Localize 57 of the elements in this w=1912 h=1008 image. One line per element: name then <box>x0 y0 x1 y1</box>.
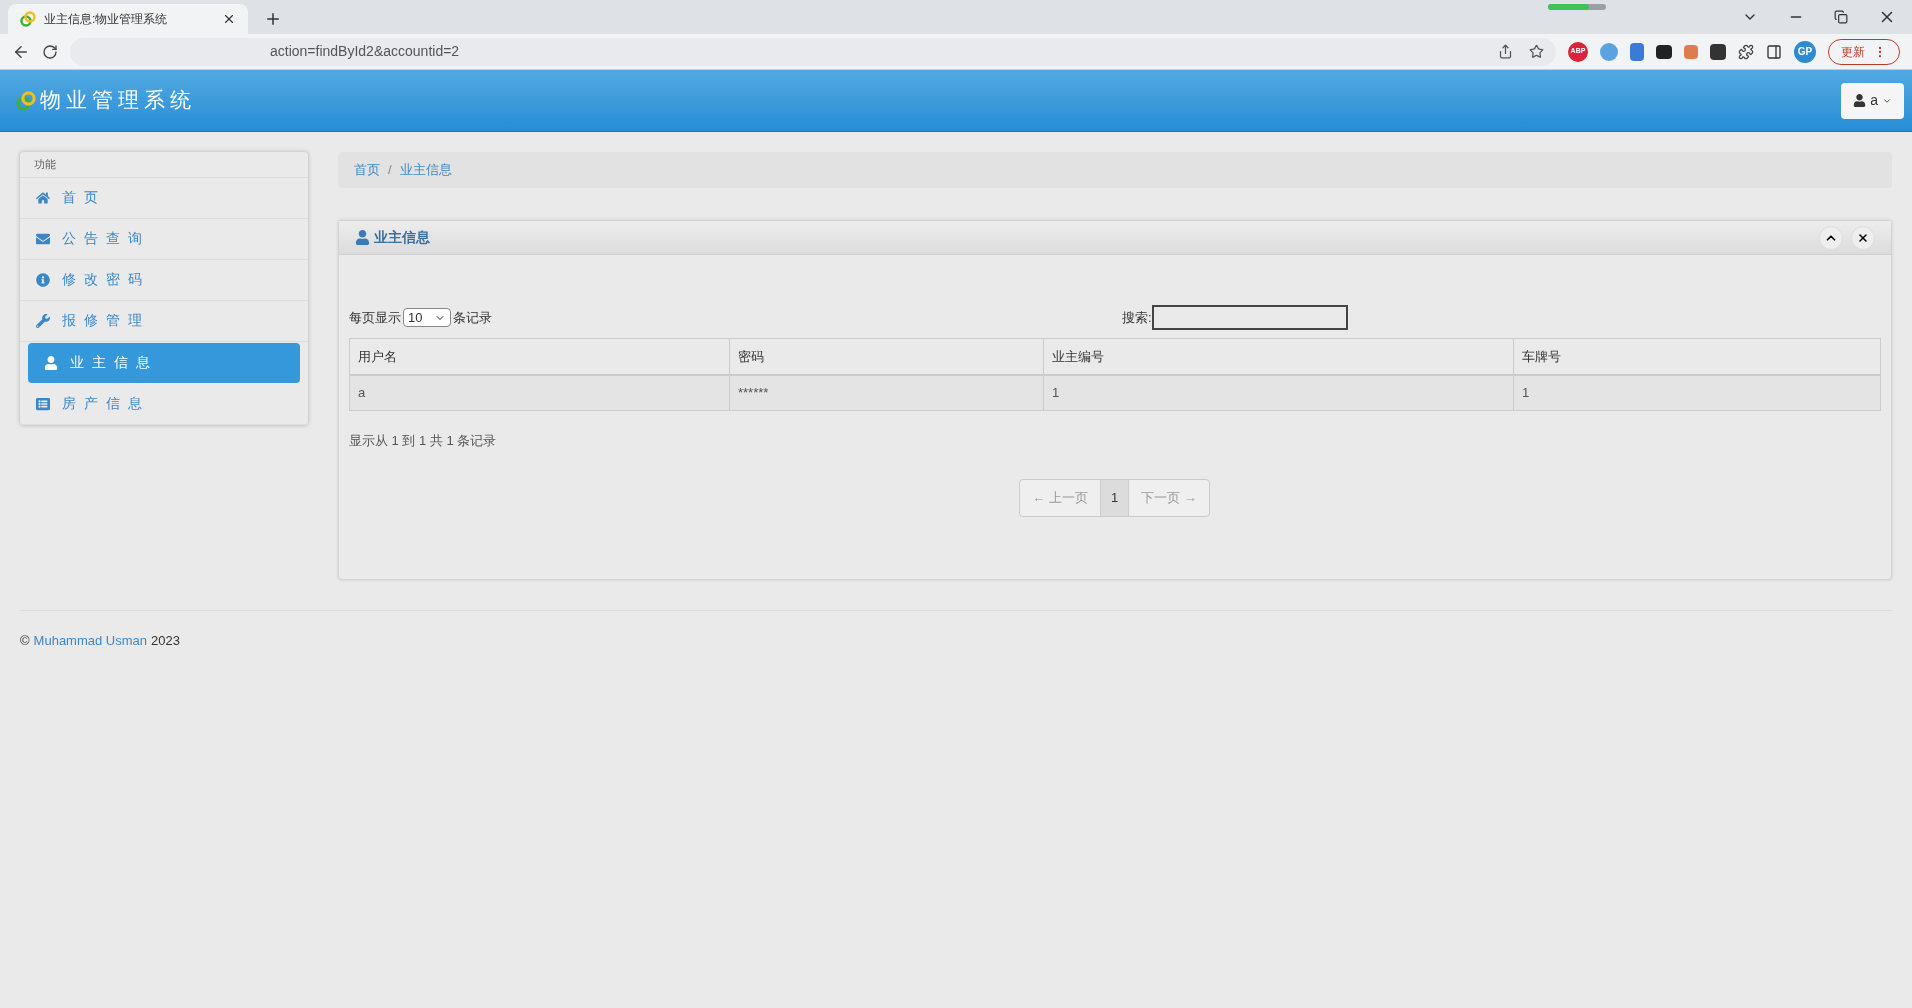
table-info: 显示从 1 到 1 共 1 条记录 <box>349 432 497 450</box>
column-header[interactable]: 业主编号 <box>1043 338 1514 375</box>
home-icon <box>36 190 50 205</box>
new-tab-icon[interactable] <box>264 10 282 28</box>
envelope-icon <box>36 231 50 246</box>
column-header[interactable]: 密码 <box>729 338 1044 375</box>
collapse-button[interactable] <box>1819 225 1843 250</box>
author-link[interactable]: Muhammad Usman <box>33 631 148 651</box>
close-icon[interactable] <box>222 12 236 26</box>
logo-icon <box>20 11 36 27</box>
user-icon <box>44 355 58 370</box>
bookmark-star-icon[interactable] <box>1529 44 1544 59</box>
sidebar-item[interactable]: 公 告 查 询 <box>20 218 308 260</box>
user-menu-button[interactable]: a <box>1841 82 1904 119</box>
breadcrumb-separator: / <box>388 161 392 180</box>
page-button[interactable]: 1 <box>1099 478 1130 517</box>
sidebar-item[interactable]: 修 改 密 码 <box>20 259 308 301</box>
user-icon <box>1853 94 1867 107</box>
panel-title: 业主信息 <box>374 228 430 247</box>
sidebar-item[interactable]: 房 产 信 息 <box>20 383 308 425</box>
copyright-symbol: © <box>20 632 30 650</box>
close-button[interactable] <box>1851 225 1875 250</box>
table-cell: a <box>349 374 730 411</box>
close-icon <box>1857 231 1869 244</box>
extension-icon[interactable] <box>1656 44 1672 59</box>
address-bar[interactable]: action=findById2&accountid=2 <box>70 37 1556 66</box>
search-field[interactable] <box>1151 305 1348 330</box>
restore-icon[interactable] <box>1834 10 1848 24</box>
extension-icon[interactable] <box>1710 43 1726 60</box>
table-cell: 1 <box>1513 374 1881 411</box>
column-header[interactable]: 车牌号 <box>1513 338 1881 375</box>
reload-icon[interactable] <box>42 43 58 60</box>
table-cell: ****** <box>729 374 1044 411</box>
puzzle-icon[interactable] <box>1738 43 1754 60</box>
page-size-select[interactable]: 10 <box>403 308 451 327</box>
breadcrumb-link[interactable]: 业主信息 <box>399 160 452 180</box>
browser-tab[interactable]: 业主信息:物业管理系统 <box>8 4 248 34</box>
search-label: 搜索: <box>1122 308 1152 327</box>
footer-year: 2023 <box>151 632 180 650</box>
profile-avatar[interactable]: GP <box>1794 40 1816 63</box>
user-icon <box>355 230 370 245</box>
column-header[interactable]: 用户名 <box>349 338 730 375</box>
share-icon[interactable] <box>1498 44 1513 59</box>
logo-icon <box>16 90 36 111</box>
sidebar-item[interactable]: 报 修 管 理 <box>20 300 308 342</box>
list-icon <box>36 396 50 411</box>
sidebar-heading: 功能 <box>20 152 308 178</box>
sidebar-item[interactable]: 首 页 <box>20 177 308 219</box>
table-cell: 1 <box>1043 374 1514 411</box>
page-size-label: 条记录 <box>453 308 492 327</box>
brand-title[interactable]: 物业管理系统 <box>40 84 196 117</box>
breadcrumb-link[interactable]: 首页 <box>354 160 380 180</box>
info-icon <box>36 272 50 287</box>
page-size-label: 每页显示 <box>349 308 401 327</box>
sidebar-item[interactable]: 业 主 信 息 <box>28 342 300 383</box>
wrench-icon <box>36 313 50 328</box>
side-panel-icon[interactable] <box>1766 43 1782 60</box>
